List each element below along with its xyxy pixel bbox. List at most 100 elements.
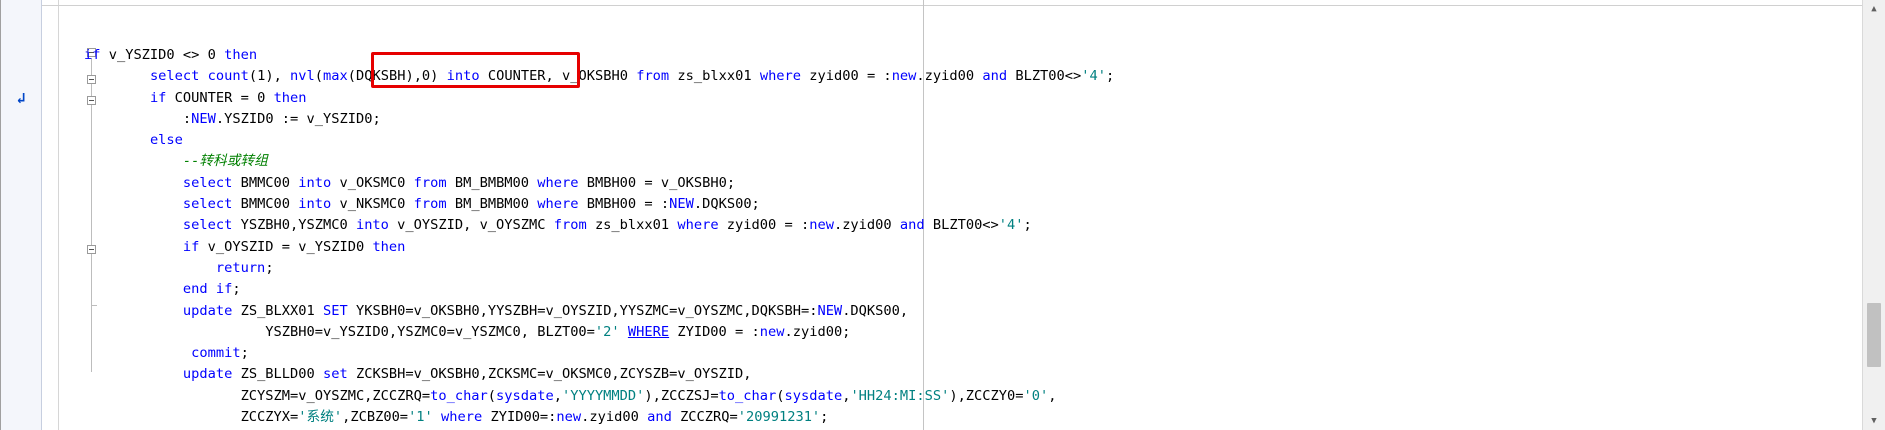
code-token: else — [149, 132, 183, 149]
code-token: ZS_BLXX01 — [232, 302, 323, 319]
code-token: ; — [240, 345, 249, 362]
line-gutter[interactable]: ↲ — [1, 0, 42, 430]
code-token: YSZBH0=v_YSZID0,YSZMC0=v_YSZMC0, BLZT00= — [84, 323, 595, 340]
code-token: YSZBH0,YSZMC0 — [232, 217, 356, 234]
code-token: zs_blxx01 — [669, 68, 760, 85]
code-token: ),ZCCZY0= — [949, 387, 1024, 404]
code-token: '1' — [408, 409, 433, 426]
code-line[interactable]: select YSZBH0,YSZMC0 into v_OYSZID, v_OY… — [84, 215, 1114, 236]
code-text[interactable]: if v_YSZID0 <> 0 then select count(1), n… — [84, 45, 1114, 428]
code-token: then — [224, 47, 258, 63]
code-line[interactable]: else — [84, 130, 1114, 151]
code-token: BMMC00 — [232, 174, 299, 191]
code-line[interactable]: return; — [84, 258, 1114, 279]
code-token: ( — [314, 68, 324, 85]
code-token: zyid00 = : — [718, 217, 810, 234]
current-line-arrow-icon: ↲ — [16, 89, 26, 107]
code-token: return — [215, 259, 266, 276]
code-token: from — [413, 174, 447, 191]
vertical-scrollbar[interactable]: ▲ ▼ — [1862, 0, 1885, 430]
code-token: '20991231' — [737, 409, 821, 426]
code-token: .zyid00 — [581, 409, 648, 426]
code-line[interactable]: if COUNTER = 0 then — [84, 88, 1114, 109]
code-token: BM_BMBM00 — [446, 174, 538, 191]
code-token: BM_BMBM00 — [446, 196, 538, 213]
code-token: ; — [1106, 68, 1115, 85]
code-token: then — [372, 238, 406, 255]
code-token: ZCYSZM=v_OYSZMC,ZCCZRQ= — [84, 387, 431, 404]
code-area[interactable]: if v_YSZID0 <> 0 then select count(1), n… — [58, 0, 1862, 430]
code-token: nvl — [290, 68, 315, 85]
code-line[interactable]: --转科或转组 — [84, 151, 1114, 172]
code-line[interactable]: update ZS_BLXX01 SET YKSBH0=v_OKSBH0,YYS… — [84, 301, 1114, 322]
code-line[interactable]: ZCCZYX='系统',ZCBZ00='1' where ZYID00=:new… — [84, 407, 1114, 428]
code-line[interactable]: select BMMC00 into v_OKSMC0 from BM_BMBM… — [84, 173, 1114, 194]
code-token: '系统' — [298, 409, 343, 426]
code-token: into — [298, 196, 332, 213]
code-token: ; — [265, 259, 274, 276]
code-token: to_char — [718, 387, 777, 404]
code-token: : — [84, 110, 192, 127]
code-token: v_YSZID0 <> 0 — [100, 47, 225, 63]
code-token: 'HH24:MI:SS' — [850, 387, 950, 404]
code-token: .zyid00 — [916, 68, 983, 85]
code-token: '2' — [594, 323, 620, 340]
code-token: ),ZCCZSJ= — [644, 387, 719, 404]
code-line[interactable]: YSZBH0=v_YSZID0,YSZMC0=v_YSZMC0, BLZT00=… — [84, 322, 1114, 343]
code-line[interactable]: select count(1), nvl(max(DQKSBH),0) into… — [84, 66, 1114, 87]
code-line[interactable]: ZCYSZM=v_OYSZMC,ZCCZRQ=to_char(sysdate,'… — [84, 386, 1114, 407]
code-token: to_char — [430, 387, 488, 404]
code-token: .DQKS00, — [842, 302, 909, 319]
code-token: BMBH00 = v_OKSBH0; — [578, 174, 736, 191]
code-token: , — [1048, 387, 1057, 404]
code-token: new — [891, 68, 917, 85]
code-token: '0' — [1023, 387, 1049, 404]
code-token: ( — [487, 387, 497, 404]
scroll-up-arrow-icon[interactable]: ▲ — [1863, 0, 1885, 18]
code-token: where — [759, 68, 802, 85]
code-token: (1), — [248, 68, 291, 85]
code-token: v_OYSZID, v_OYSZMC — [388, 217, 554, 234]
code-token: sysdate — [496, 387, 554, 404]
annotation-highlight-box — [371, 52, 580, 88]
code-line[interactable]: :NEW.YSZID0 := v_YSZID0; — [84, 109, 1114, 130]
code-token: '4' — [998, 217, 1024, 234]
code-token: SET — [323, 302, 348, 319]
code-line[interactable]: select BMMC00 into v_NKSMC0 from BM_BMBM… — [84, 194, 1114, 215]
code-line[interactable]: end if; — [84, 279, 1114, 300]
code-line[interactable]: if v_OYSZID = v_YSZID0 then — [84, 237, 1114, 258]
code-line[interactable]: update ZS_BLLD00 set ZCKSBH=v_OKSBH0,ZCK… — [84, 364, 1114, 385]
code-token: from — [636, 68, 670, 85]
code-token: into — [355, 217, 389, 234]
code-token: update — [182, 366, 233, 383]
code-token: NEW — [817, 302, 843, 319]
code-token: ; — [1023, 217, 1032, 234]
code-line[interactable]: commit; — [84, 343, 1114, 364]
code-token: ,ZCBZ00= — [342, 409, 409, 426]
code-token: and — [982, 68, 1008, 85]
fold-margin — [42, 0, 97, 430]
code-token: ZCCZRQ= — [671, 409, 738, 426]
code-token: commit — [191, 345, 241, 362]
code-token: BLZT00<> — [1007, 68, 1082, 85]
code-token: ; — [820, 409, 829, 426]
code-line[interactable]: if v_YSZID0 <> 0 then — [84, 45, 1114, 66]
scrollbar-thumb[interactable] — [1867, 303, 1881, 367]
code-token: select — [149, 68, 200, 85]
scroll-down-arrow-icon[interactable]: ▼ — [1863, 412, 1885, 430]
code-token: max — [323, 68, 348, 85]
code-token: select — [182, 217, 233, 234]
code-token: .zyid00 — [833, 217, 900, 234]
code-token: new — [809, 217, 834, 234]
